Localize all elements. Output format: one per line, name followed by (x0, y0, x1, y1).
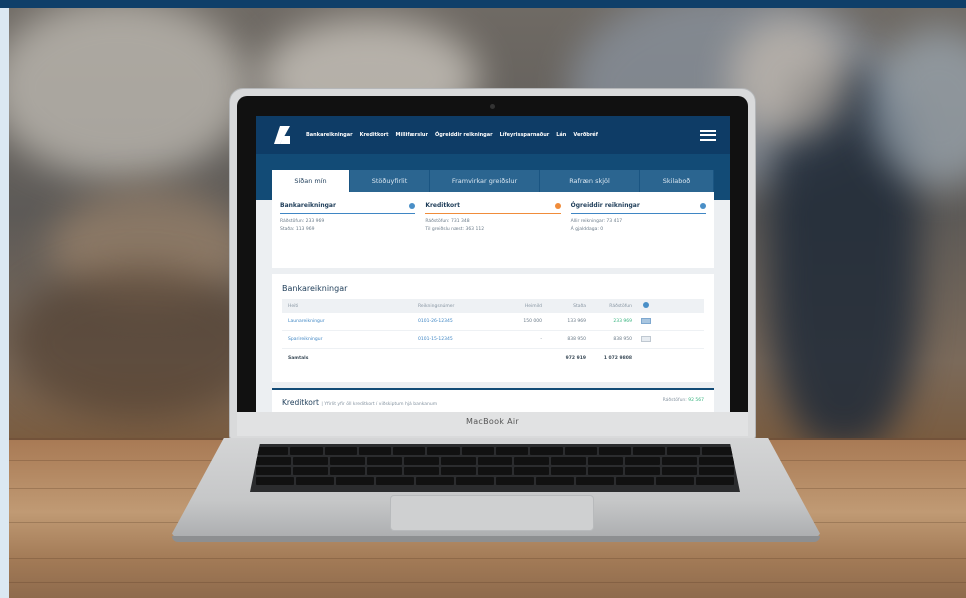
hamburger-menu-icon[interactable] (700, 129, 716, 141)
account-name-link[interactable]: Launareikningur (288, 319, 418, 324)
tab-bar: Síðan mín Stöðuyfirlit Framvirkar greiðs… (272, 170, 714, 192)
account-available: 838 950 (613, 337, 632, 342)
tab-sidan-min[interactable]: Síðan mín (272, 170, 350, 192)
bokeh (9, 8, 249, 178)
account-limit: 150 000 (523, 319, 542, 324)
nav-item-verdbref[interactable]: Verðbréf (573, 132, 598, 138)
nav-item-millifaerslur[interactable]: Millifærslur (396, 132, 428, 138)
total-label: Samtals (288, 355, 309, 361)
account-name-link[interactable]: Sparireikningur (288, 337, 418, 342)
credit-section: Kreditkort | Yfirlit yfir öll kreditkort… (272, 388, 714, 412)
card-line: Ráðstöfun: 731 348 (425, 219, 470, 224)
card-title: Kreditkort (425, 202, 461, 209)
camera-icon (490, 104, 495, 109)
credit-heading: Kreditkort | Yfirlit yfir öll kreditkort… (282, 398, 438, 407)
account-balance: 838 950 (567, 337, 586, 342)
account-number-link[interactable]: 0101-15-12345 (418, 337, 500, 342)
key-row (250, 467, 740, 475)
total-available: 1 072 9808 (603, 355, 632, 361)
credit-subtitle: Yfirlit yfir öll kreditkort í viðskiptum… (324, 402, 438, 407)
accounts-section: Bankareikningar Heiti Reikningsnúmer Hei… (272, 274, 714, 382)
nav-menu: Bankareikningar Kreditkort Millifærslur … (306, 132, 700, 138)
top-nav: Bankareikningar Kreditkort Millifærslur … (256, 116, 730, 154)
credit-available-value: 92 567 (688, 398, 704, 403)
card-header: Bankareikningar (280, 202, 416, 214)
card-title: Ógreiddir reikningar (570, 202, 640, 209)
summary-card-credit[interactable]: Kreditkort Ráðstöfun: 731 348 Til greiðs… (425, 202, 561, 268)
left-border (0, 8, 9, 598)
nav-item-lifeyrissparnadur[interactable]: Lífeyrissparnaður (500, 132, 550, 138)
col-header[interactable]: Heimild (500, 304, 542, 309)
key-row (250, 477, 740, 485)
nav-item-kreditkort[interactable]: Kreditkort (360, 132, 389, 138)
col-header[interactable]: Staða (542, 304, 586, 309)
tab-framvirkar[interactable]: Framvirkar greiðslur (430, 170, 540, 192)
laptop-base-edge (172, 536, 820, 542)
total-balance: 972 919 (565, 355, 586, 361)
col-header[interactable]: Reikningsnúmer (418, 304, 500, 309)
card-line: Til greiðslu næst: 363 112 (425, 227, 485, 232)
table-row: Launareikningur 0101-26-12345 150 000 13… (282, 313, 704, 331)
top-border (0, 0, 966, 8)
card-line: Ráðstöfun: 233 969 (280, 219, 325, 224)
table-total-row: Samtals 972 919 1 072 9808 (282, 349, 704, 367)
col-header[interactable]: Ráðstöfun (586, 304, 632, 309)
credit-available: Ráðstöfun: 92 567 (663, 398, 704, 410)
info-icon[interactable] (699, 202, 706, 209)
table-row: Sparireikningur 0101-15-12345 - 838 950 … (282, 331, 704, 349)
laptop-brand-label: MacBook Air (466, 417, 519, 426)
nav-item-ogreiddir[interactable]: Ógreiddir reikningar (435, 132, 493, 138)
card-line: Allir reikningar: 73 417 (570, 219, 623, 224)
wood-grain (9, 558, 966, 559)
account-available: 233 969 (613, 319, 632, 324)
col-header[interactable]: Heiti (288, 304, 418, 309)
card-title: Bankareikningar (280, 202, 336, 209)
laptop-trackpad (390, 495, 594, 531)
account-limit: - (540, 337, 542, 342)
info-icon[interactable] (409, 202, 416, 209)
summary-card-bills[interactable]: Ógreiddir reikningar Allir reikningar: 7… (570, 202, 706, 268)
nav-item-bankareikningar[interactable]: Bankareikningar (306, 132, 353, 138)
laptop-keyboard (250, 444, 740, 492)
row-action-icon[interactable] (641, 335, 651, 342)
account-balance: 133 969 (567, 319, 586, 324)
card-line: Staða: 113 969 (280, 227, 315, 232)
tab-skilabod[interactable]: Skilaboð (640, 170, 714, 192)
laptop-screen: Bankareikningar Kreditkort Millifærslur … (256, 116, 730, 412)
nav-item-lan[interactable]: Lán (556, 132, 566, 138)
card-header: Ógreiddir reikningar (570, 202, 706, 214)
summary-panel: Bankareikningar Ráðstöfun: 233 969 Staða… (272, 192, 714, 268)
card-line: Á gjalddaga: 0 (570, 227, 604, 232)
info-icon[interactable] (554, 202, 561, 209)
credit-available-label: Ráðstöfun: (662, 398, 687, 403)
summary-card-bank[interactable]: Bankareikningar Ráðstöfun: 233 969 Staða… (280, 202, 416, 268)
key-row (250, 447, 740, 455)
bank-logo-icon[interactable] (274, 126, 290, 144)
tab-rafraen-skjol[interactable]: Rafræn skjöl (540, 170, 640, 192)
row-action-icon[interactable] (641, 317, 651, 324)
section-title: Bankareikningar (282, 284, 348, 293)
key-row (250, 457, 740, 465)
card-header: Kreditkort (425, 202, 561, 214)
account-number-link[interactable]: 0101-26-12345 (418, 319, 500, 324)
table-header: Heiti Reikningsnúmer Heimild Staða Ráðst… (282, 299, 704, 313)
tab-stoduyfirlit[interactable]: Stöðuyfirlit (350, 170, 430, 192)
settings-icon[interactable] (643, 302, 649, 308)
wood-grain (9, 582, 966, 583)
credit-title: Kreditkort (282, 398, 319, 407)
